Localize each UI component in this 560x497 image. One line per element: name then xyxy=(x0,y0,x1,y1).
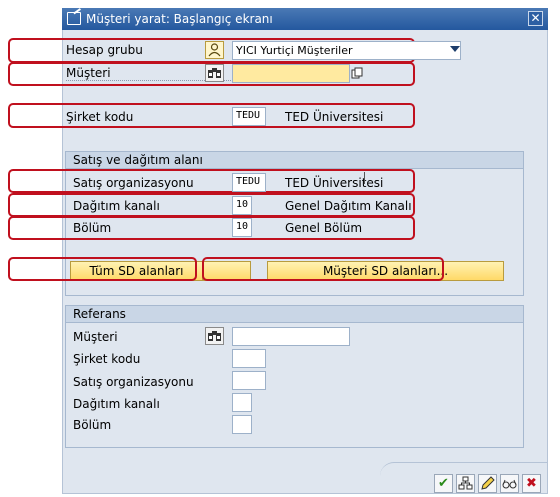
copy-icon[interactable] xyxy=(351,67,363,79)
company-code-label: Şirket kodu xyxy=(66,110,134,124)
distribution-channel-input[interactable]: 10 xyxy=(232,196,252,215)
cancel-icon[interactable]: ✖ xyxy=(522,474,541,493)
reference-company-code-label: Şirket kodu xyxy=(73,352,141,366)
window-title: Müşteri yarat: Başlangıç ekranı xyxy=(86,12,273,26)
division-description: Genel Bölüm xyxy=(285,221,363,235)
distribution-channel-label: Dağıtım kanalı xyxy=(73,199,160,213)
sales-org-input[interactable]: TEDU xyxy=(232,173,266,192)
reference-customer-label: Müşteri xyxy=(73,330,118,344)
distribution-channel-description: Genel Dağıtım Kanalı xyxy=(285,199,412,213)
dropdown-icon[interactable] xyxy=(450,46,460,52)
account-group-value: YICI Yurtiçi Müşteriler xyxy=(236,44,353,57)
edit-icon xyxy=(67,12,81,25)
company-code-description: TED Üniversitesi xyxy=(285,110,384,124)
binoculars-icon[interactable] xyxy=(205,64,224,82)
highlight-customer-sd-areas xyxy=(202,257,444,281)
reference-division-input[interactable] xyxy=(232,415,252,434)
close-icon[interactable]: ✕ xyxy=(528,11,543,26)
reference-company-code-input[interactable] xyxy=(232,349,266,368)
text-cursor xyxy=(364,172,372,184)
reference-division-label: Bölüm xyxy=(73,418,112,432)
reference-header: Referans xyxy=(66,306,523,323)
company-code-input[interactable]: TEDU xyxy=(232,107,266,126)
division-input[interactable]: 10 xyxy=(232,218,252,237)
hierarchy-icon[interactable] xyxy=(456,474,475,493)
account-group-select[interactable]: YICI Yurtiçi Müşteriler xyxy=(232,41,461,60)
reference-sales-org-input[interactable] xyxy=(232,371,266,390)
binoculars-icon[interactable] xyxy=(205,327,224,345)
division-label: Bölüm xyxy=(73,221,112,235)
checkmark-icon[interactable]: ✔ xyxy=(434,474,453,493)
highlight-all-sd-areas xyxy=(8,257,197,281)
account-group-label: Hesap grubu xyxy=(66,43,143,57)
reference-sales-org-label: Satış organizasyonu xyxy=(73,375,194,389)
sales-area-header: Satış ve dağıtım alanı xyxy=(66,152,523,169)
pencil-icon[interactable] xyxy=(478,474,497,493)
sales-org-label: Satış organizasyonu xyxy=(73,176,194,190)
glasses-icon[interactable] xyxy=(500,474,519,493)
reference-customer-input[interactable] xyxy=(232,327,350,346)
reference-distribution-channel-input[interactable] xyxy=(232,393,252,412)
person-icon[interactable] xyxy=(205,41,224,59)
customer-input[interactable] xyxy=(232,64,350,83)
reference-distribution-channel-label: Dağıtım kanalı xyxy=(73,397,160,411)
customer-label: Müşteri xyxy=(66,66,111,80)
